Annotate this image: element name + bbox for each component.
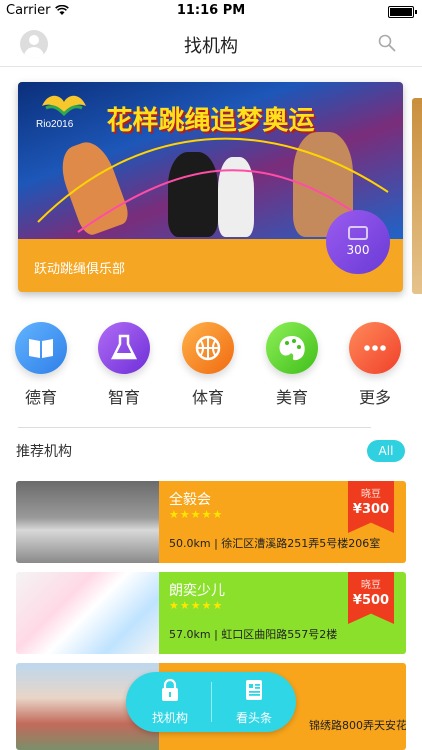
institution-card[interactable]: 全毅会 ★★★★★ 50.0km | 徐汇区漕溪路251弄5号楼206室 晓豆 … <box>16 481 406 563</box>
view-all-button[interactable]: All <box>367 440 405 462</box>
institution-name: 全毅会 <box>169 492 211 508</box>
institution-address: 50.0km | 徐汇区漕溪路251弄5号楼206室 <box>169 537 381 550</box>
category-label: 美育 <box>275 388 308 407</box>
tab-find-institution[interactable]: 找机构 <box>130 678 210 726</box>
search-icon[interactable] <box>378 34 396 52</box>
tab-label: 找机构 <box>151 711 188 725</box>
ribbon-title: 晓豆 <box>361 580 381 591</box>
institution-info: 全毅会 ★★★★★ 50.0km | 徐汇区漕溪路251弄5号楼206室 晓豆 … <box>159 481 406 563</box>
category-row: 德育 智育 体育 美育 更多 <box>0 322 422 412</box>
tab-separator <box>211 682 212 722</box>
institution-thumbnail <box>16 481 159 563</box>
news-icon <box>246 680 262 700</box>
section-divider <box>18 427 371 428</box>
book-icon <box>15 322 67 374</box>
palette-icon <box>266 322 318 374</box>
price-ribbon: 晓豆 ¥300 <box>348 481 394 533</box>
ribbon-price: ¥500 <box>352 593 390 608</box>
institution-name: 朗奕少儿 <box>169 583 225 599</box>
more-icon <box>349 322 401 374</box>
tab-label: 看头条 <box>235 711 272 725</box>
next-banner-peek[interactable] <box>412 98 422 294</box>
page-title: 找机构 <box>184 36 238 57</box>
category-label: 德育 <box>24 388 57 407</box>
rating-stars: ★★★★★ <box>169 599 224 612</box>
price-ribbon: 晓豆 ¥500 <box>348 572 394 624</box>
institution-card[interactable]: 朗奕少儿 ★★★★★ 57.0km | 虹口区曲阳路557号2楼 晓豆 ¥500 <box>16 572 406 654</box>
institution-address: 锦绣路800弄天安花园... <box>309 719 406 732</box>
category-label: 更多 <box>358 388 391 407</box>
category-item-more[interactable]: 更多 <box>344 322 406 408</box>
category-label: 智育 <box>107 388 140 407</box>
points-value: 300 <box>346 243 370 257</box>
institution-info: 朗奕少儿 ★★★★★ 57.0km | 虹口区曲阳路557号2楼 晓豆 ¥500 <box>159 572 406 654</box>
coin-card-icon <box>348 226 368 240</box>
flask-icon <box>98 322 150 374</box>
category-item-moral[interactable]: 德育 <box>10 322 72 408</box>
status-bar: Carrier 11:16 PM <box>0 0 422 22</box>
rating-stars: ★★★★★ <box>169 508 224 521</box>
recommend-title: 推荐机构 <box>16 444 72 460</box>
basketball-icon <box>182 322 234 374</box>
institution-address: 57.0km | 虹口区曲阳路557号2楼 <box>169 628 338 641</box>
ribbon-price: ¥300 <box>352 502 390 517</box>
battery-icon <box>388 6 417 18</box>
banner-card[interactable]: Rio2016 花样跳绳追梦奥运 跃动跳绳俱乐部 300 <box>18 82 403 292</box>
ribbon-title: 晓豆 <box>361 489 381 500</box>
category-item-sports[interactable]: 体育 <box>177 322 239 408</box>
status-time: 11:16 PM <box>176 3 246 18</box>
building-icon <box>162 678 178 701</box>
points-badge[interactable]: 300 <box>326 210 390 274</box>
institution-thumbnail <box>16 572 159 654</box>
category-label: 体育 <box>191 388 224 407</box>
tab-headlines[interactable]: 看头条 <box>214 678 294 726</box>
category-item-intellect[interactable]: 智育 <box>93 322 155 408</box>
floating-tab-bar: 找机构 看头条 <box>126 672 296 732</box>
navigation-bar: 找机构 <box>0 22 422 67</box>
club-name: 跃动跳绳俱乐部 <box>34 262 126 277</box>
category-item-arts[interactable]: 美育 <box>261 322 323 408</box>
